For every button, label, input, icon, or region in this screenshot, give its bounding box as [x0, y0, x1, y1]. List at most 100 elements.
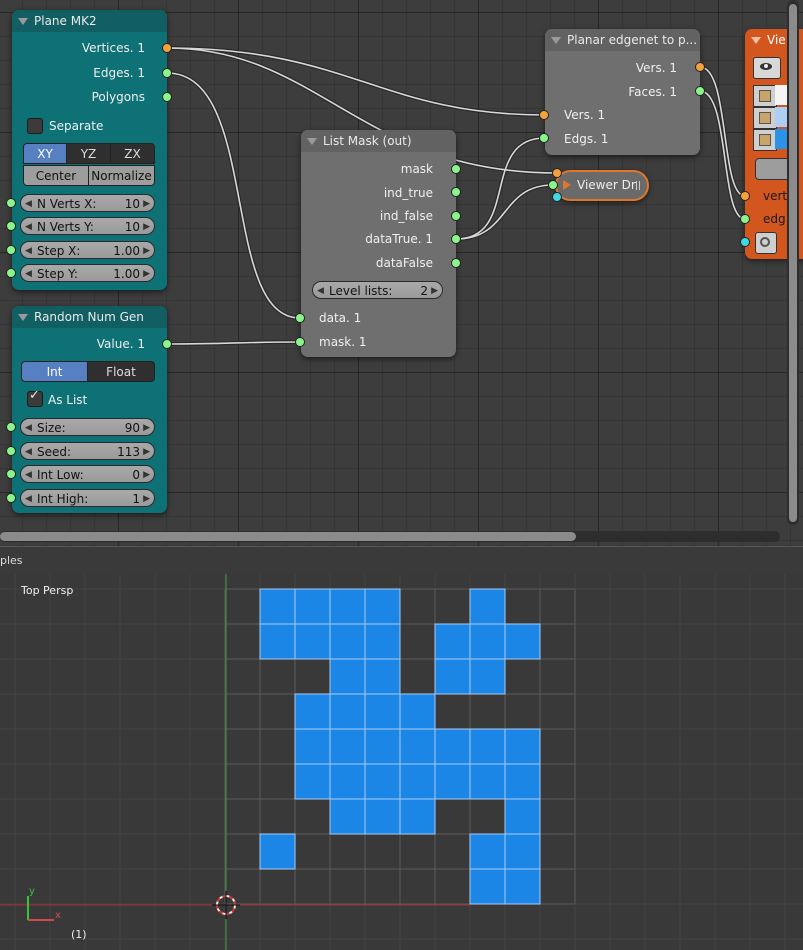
plane-xy-button[interactable]: XY: [23, 143, 67, 164]
output-edges-label: Edges. 1: [93, 66, 145, 80]
horizontal-scrollbar[interactable]: [0, 531, 780, 542]
type-float-button[interactable]: Float: [87, 361, 155, 382]
axis-x-label: x: [55, 910, 61, 921]
level-lists-field[interactable]: ◀ Level lists: 2 ▶: [312, 281, 443, 299]
viewer-draw-node[interactable]: Viewer Dr: [555, 170, 649, 201]
normalize-button[interactable]: Normalize: [88, 165, 155, 186]
increment-arrow-icon[interactable]: ▶: [143, 242, 150, 260]
increment-arrow-icon[interactable]: ▶: [431, 282, 438, 300]
socket-vers-out[interactable]: [695, 62, 705, 72]
pause-icon[interactable]: [636, 181, 640, 190]
vertical-scrollbar[interactable]: [787, 0, 799, 525]
socket-data-in[interactable]: [295, 313, 305, 323]
socket-step-x-in[interactable]: [6, 245, 16, 255]
vertex-color-button[interactable]: [753, 85, 777, 107]
decrement-arrow-icon[interactable]: ◀: [25, 218, 32, 236]
socket-faces-out[interactable]: [695, 86, 705, 96]
socket-viewer-matrix-in-2[interactable]: [740, 237, 750, 247]
mesh-face: [504, 833, 541, 870]
collapse-triangle-icon[interactable]: [18, 314, 28, 321]
play-triangle-icon[interactable]: [563, 180, 571, 190]
node-editor[interactable]: Plane MK2 Vertices. 1 Edges. 1 Polygons …: [0, 0, 803, 546]
step-y-field[interactable]: ◀ Step Y: 1.00 ▶: [20, 264, 155, 282]
viewport-canvas[interactable]: [0, 574, 803, 950]
socket-n-verts-x-in[interactable]: [6, 198, 16, 208]
socket-size-in[interactable]: [6, 422, 16, 432]
socket-viewer-edges-in[interactable]: [548, 180, 558, 190]
socket-data-false-out[interactable]: [451, 258, 461, 268]
3d-viewport[interactable]: Top Persp (1) y x: [0, 574, 803, 950]
plane-zx-button[interactable]: ZX: [110, 143, 155, 164]
planar-edgenet-node[interactable]: Planar edgenet to p... Vers. 1 Faces. 1 …: [545, 29, 700, 155]
n-verts-y-field[interactable]: ◀ N Verts Y: 10 ▶: [20, 217, 155, 235]
socket-edgs-in[interactable]: [539, 133, 549, 143]
node-header[interactable]: Random Num Gen: [12, 306, 167, 328]
decrement-arrow-icon[interactable]: ◀: [25, 443, 32, 461]
decrement-arrow-icon[interactable]: ◀: [25, 466, 32, 484]
socket-step-y-in[interactable]: [6, 268, 16, 278]
decrement-arrow-icon[interactable]: ◀: [25, 490, 32, 508]
as-list-checkbox[interactable]: ✓: [27, 388, 43, 407]
increment-arrow-icon[interactable]: ▶: [143, 443, 150, 461]
scrollbar-thumb[interactable]: [789, 4, 797, 522]
collapse-triangle-icon[interactable]: [551, 37, 561, 44]
separate-checkbox[interactable]: [27, 118, 43, 134]
decrement-arrow-icon[interactable]: ◀: [25, 419, 32, 437]
int-high-field[interactable]: ◀ Int High: 1 ▶: [20, 489, 155, 507]
plane-yz-button[interactable]: YZ: [66, 143, 111, 164]
size-field[interactable]: ◀ Size: 90 ▶: [20, 418, 155, 436]
step-x-field[interactable]: ◀ Step X: 1.00 ▶: [20, 241, 155, 259]
collapse-triangle-icon[interactable]: [18, 18, 28, 25]
socket-int-low-in[interactable]: [6, 469, 16, 479]
decrement-arrow-icon[interactable]: ◀: [25, 265, 32, 283]
socket-ind-true-out[interactable]: [451, 187, 461, 197]
increment-arrow-icon[interactable]: ▶: [143, 490, 150, 508]
socket-viewer-matrix-in[interactable]: [552, 192, 562, 202]
mesh-face: [469, 763, 506, 800]
scrollbar-thumb[interactable]: [0, 532, 576, 541]
list-mask-node[interactable]: List Mask (out) mask ind_true ind_false …: [301, 130, 456, 357]
socket-seed-in[interactable]: [6, 446, 16, 456]
mesh-face: [329, 728, 366, 765]
edge-color-button[interactable]: [753, 107, 777, 129]
node-header[interactable]: List Mask (out): [301, 130, 456, 152]
socket-vertices-out[interactable]: [162, 43, 172, 53]
matrix-icon[interactable]: [755, 232, 777, 254]
socket-int-high-in[interactable]: [6, 493, 16, 503]
face-color-button[interactable]: [753, 129, 777, 151]
socket-value-out[interactable]: [162, 339, 172, 349]
eye-icon[interactable]: [753, 57, 781, 79]
socket-mask-in[interactable]: [295, 337, 305, 347]
n-verts-x-field[interactable]: ◀ N Verts X: 10 ▶: [20, 194, 155, 212]
node-header[interactable]: Planar edgenet to p...: [545, 29, 700, 51]
socket-viewer-edg-in[interactable]: [740, 214, 750, 224]
socket-viewer-vertices-in[interactable]: [552, 168, 562, 178]
node-header[interactable]: Plane MK2: [12, 10, 167, 32]
region-header[interactable]: ples: [0, 546, 803, 575]
int-low-field[interactable]: ◀ Int Low: 0 ▶: [20, 465, 155, 483]
mesh-face: [364, 693, 401, 730]
socket-polygons-out[interactable]: [162, 92, 172, 102]
socket-edges-out[interactable]: [162, 68, 172, 78]
socket-ind-false-out[interactable]: [451, 211, 461, 221]
collapse-triangle-icon[interactable]: [751, 37, 761, 44]
socket-data-true-out[interactable]: [451, 234, 461, 244]
collapse-triangle-icon[interactable]: [307, 138, 317, 145]
increment-arrow-icon[interactable]: ▶: [143, 195, 150, 213]
socket-mask-out[interactable]: [451, 164, 461, 174]
increment-arrow-icon[interactable]: ▶: [143, 265, 150, 283]
center-button[interactable]: Center: [23, 165, 89, 186]
increment-arrow-icon[interactable]: ▶: [143, 218, 150, 236]
decrement-arrow-icon[interactable]: ◀: [25, 195, 32, 213]
type-int-button[interactable]: Int: [21, 361, 88, 382]
socket-viewer-vert-in[interactable]: [740, 191, 750, 201]
socket-vers-in[interactable]: [539, 110, 549, 120]
decrement-arrow-icon[interactable]: ◀: [317, 282, 324, 300]
plane-mk2-node[interactable]: Plane MK2 Vertices. 1 Edges. 1 Polygons …: [12, 10, 167, 290]
increment-arrow-icon[interactable]: ▶: [143, 419, 150, 437]
socket-n-verts-y-in[interactable]: [6, 221, 16, 231]
random-num-gen-node[interactable]: Random Num Gen Value. 1 Int Float ✓ As L…: [12, 306, 167, 513]
increment-arrow-icon[interactable]: ▶: [143, 466, 150, 484]
decrement-arrow-icon[interactable]: ◀: [25, 242, 32, 260]
seed-field[interactable]: ◀ Seed: 113 ▶: [20, 442, 155, 460]
